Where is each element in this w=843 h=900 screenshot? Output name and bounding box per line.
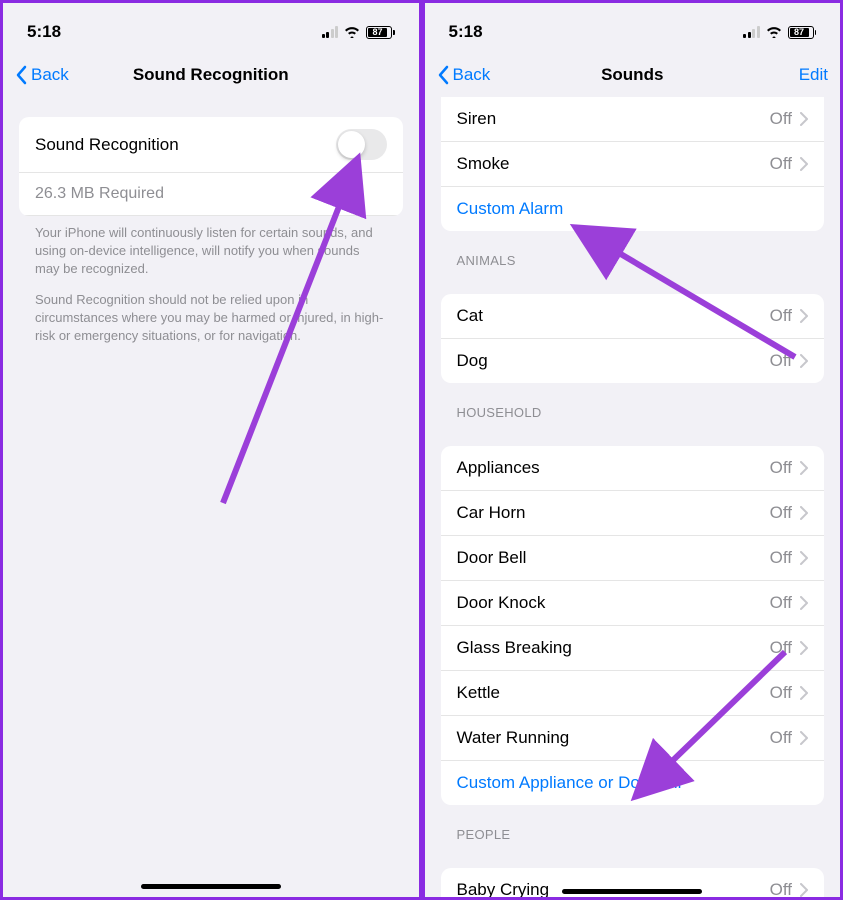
animals-section: Cat Off Dog Off bbox=[441, 294, 825, 383]
status-time: 5:18 bbox=[27, 22, 61, 42]
chevron-right-icon bbox=[800, 157, 808, 171]
list-item[interactable]: Water Running Off bbox=[441, 716, 825, 761]
list-item[interactable]: Glass Breaking Off bbox=[441, 626, 825, 671]
desc-paragraph-2: Sound Recognition should not be relied u… bbox=[35, 291, 387, 346]
custom-alarm-link[interactable]: Custom Alarm bbox=[441, 187, 825, 231]
back-button[interactable]: Back bbox=[15, 65, 69, 85]
page-title: Sounds bbox=[601, 65, 663, 85]
item-value: Off bbox=[770, 306, 792, 326]
status-icons: 87 bbox=[322, 26, 395, 39]
household-header: HOUSEHOLD bbox=[425, 383, 841, 426]
list-item[interactable]: Car Horn Off bbox=[441, 491, 825, 536]
item-label: Car Horn bbox=[457, 503, 770, 523]
item-label: Custom Appliance or Doorbell bbox=[457, 773, 682, 793]
item-label: Appliances bbox=[457, 458, 770, 478]
chevron-right-icon bbox=[800, 506, 808, 520]
left-phone-screen: 5:18 87 Back Sound Recognition Sound Rec… bbox=[0, 0, 422, 900]
back-button[interactable]: Back bbox=[437, 65, 491, 85]
chevron-right-icon bbox=[800, 309, 808, 323]
item-value: Off bbox=[770, 351, 792, 371]
signal-icon bbox=[322, 26, 339, 38]
item-value: Off bbox=[770, 880, 792, 900]
people-section: Baby Crying Off bbox=[441, 868, 825, 900]
status-icons: 87 bbox=[743, 26, 816, 39]
sound-recognition-toggle[interactable] bbox=[336, 129, 387, 160]
item-label: Kettle bbox=[457, 683, 770, 703]
item-value: Off bbox=[770, 109, 792, 129]
chevron-right-icon bbox=[800, 883, 808, 897]
item-label: Door Knock bbox=[457, 593, 770, 613]
item-label: Door Bell bbox=[457, 548, 770, 568]
chevron-right-icon bbox=[800, 461, 808, 475]
sound-recognition-section: Sound Recognition 26.3 MB Required bbox=[19, 117, 403, 216]
signal-icon bbox=[743, 26, 760, 38]
list-item[interactable]: Dog Off bbox=[441, 339, 825, 383]
wifi-icon bbox=[344, 26, 360, 38]
item-label: Smoke bbox=[457, 154, 770, 174]
list-item[interactable]: Siren Off bbox=[441, 97, 825, 142]
item-value: Off bbox=[770, 548, 792, 568]
sounds-list[interactable]: Siren Off Smoke Off Custom Alarm ANIMALS… bbox=[425, 97, 841, 900]
battery-level: 87 bbox=[794, 27, 804, 37]
item-value: Off bbox=[770, 154, 792, 174]
household-section: Appliances Off Car Horn Off Door Bell Of… bbox=[441, 446, 825, 805]
chevron-right-icon bbox=[800, 354, 808, 368]
chevron-left-icon bbox=[15, 65, 27, 85]
list-item[interactable]: Door Knock Off bbox=[441, 581, 825, 626]
home-indicator[interactable] bbox=[141, 884, 281, 889]
sound-recognition-toggle-row[interactable]: Sound Recognition bbox=[19, 117, 403, 173]
item-value: Off bbox=[770, 638, 792, 658]
desc-paragraph-1: Your iPhone will continuously listen for… bbox=[35, 224, 387, 279]
list-item[interactable]: Cat Off bbox=[441, 294, 825, 339]
chevron-left-icon bbox=[437, 65, 449, 85]
custom-appliance-link[interactable]: Custom Appliance or Doorbell bbox=[441, 761, 825, 805]
chevron-right-icon bbox=[800, 596, 808, 610]
battery-icon: 87 bbox=[366, 26, 395, 39]
item-label: Glass Breaking bbox=[457, 638, 770, 658]
item-value: Off bbox=[770, 728, 792, 748]
battery-icon: 87 bbox=[788, 26, 817, 39]
item-label: Custom Alarm bbox=[457, 199, 564, 219]
wifi-icon bbox=[766, 26, 782, 38]
status-time: 5:18 bbox=[449, 22, 483, 42]
back-label: Back bbox=[453, 65, 491, 85]
home-indicator[interactable] bbox=[562, 889, 702, 894]
back-label: Back bbox=[31, 65, 69, 85]
list-item[interactable]: Appliances Off bbox=[441, 446, 825, 491]
storage-required: 26.3 MB Required bbox=[19, 173, 403, 216]
people-header: PEOPLE bbox=[425, 805, 841, 848]
nav-header: Back Sounds Edit bbox=[425, 53, 841, 97]
item-value: Off bbox=[770, 503, 792, 523]
list-item[interactable]: Kettle Off bbox=[441, 671, 825, 716]
list-item[interactable]: Baby Crying Off bbox=[441, 868, 825, 900]
edit-button[interactable]: Edit bbox=[799, 65, 828, 85]
chevron-right-icon bbox=[800, 551, 808, 565]
item-label: Dog bbox=[457, 351, 770, 371]
page-title: Sound Recognition bbox=[133, 65, 289, 85]
chevron-right-icon bbox=[800, 112, 808, 126]
toggle-label: Sound Recognition bbox=[35, 135, 336, 155]
item-value: Off bbox=[770, 458, 792, 478]
item-value: Off bbox=[770, 683, 792, 703]
description-text: Your iPhone will continuously listen for… bbox=[3, 216, 419, 345]
status-bar: 5:18 87 bbox=[3, 3, 419, 53]
list-item[interactable]: Door Bell Off bbox=[441, 536, 825, 581]
chevron-right-icon bbox=[800, 686, 808, 700]
item-value: Off bbox=[770, 593, 792, 613]
animals-header: ANIMALS bbox=[425, 231, 841, 274]
chevron-right-icon bbox=[800, 641, 808, 655]
right-phone-screen: 5:18 87 Back Sounds Edit Siren Off Smoke bbox=[422, 0, 843, 900]
list-item[interactable]: Smoke Off bbox=[441, 142, 825, 187]
item-label: Water Running bbox=[457, 728, 770, 748]
nav-header: Back Sound Recognition bbox=[3, 53, 419, 97]
battery-level: 87 bbox=[373, 27, 383, 37]
status-bar: 5:18 87 bbox=[425, 3, 841, 53]
item-label: Cat bbox=[457, 306, 770, 326]
chevron-right-icon bbox=[800, 731, 808, 745]
item-label: Siren bbox=[457, 109, 770, 129]
alarms-section: Siren Off Smoke Off Custom Alarm bbox=[441, 97, 825, 231]
